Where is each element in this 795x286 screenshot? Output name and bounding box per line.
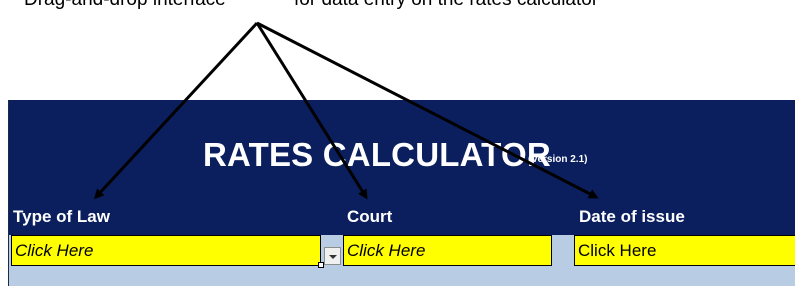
type-of-law-label: Type of Law <box>13 207 110 226</box>
type-of-law-field[interactable]: Click Here <box>11 235 321 266</box>
caption-right: for data entry on the rates calculator <box>294 0 598 11</box>
type-of-law-dropdown-button[interactable] <box>324 247 341 265</box>
caption-left: Drag-and-drop interface <box>24 0 226 11</box>
court-label: Court <box>347 207 393 226</box>
header-band: RATES CALCULATOR (Version 2.1) Type of L… <box>9 100 795 235</box>
version-label: (Version 2.1) <box>528 154 588 165</box>
caption-text: Drag-and-drop interface for data entry o… <box>0 0 795 13</box>
date-of-issue-field[interactable]: Click Here <box>574 235 795 266</box>
page-title: RATES CALCULATOR <box>203 136 551 173</box>
chevron-down-icon <box>329 255 337 259</box>
court-field[interactable]: Click Here <box>343 235 552 266</box>
spreadsheet-panel: RATES CALCULATOR (Version 2.1) Type of L… <box>8 100 795 286</box>
date-of-issue-label: Date of issue <box>579 207 685 226</box>
